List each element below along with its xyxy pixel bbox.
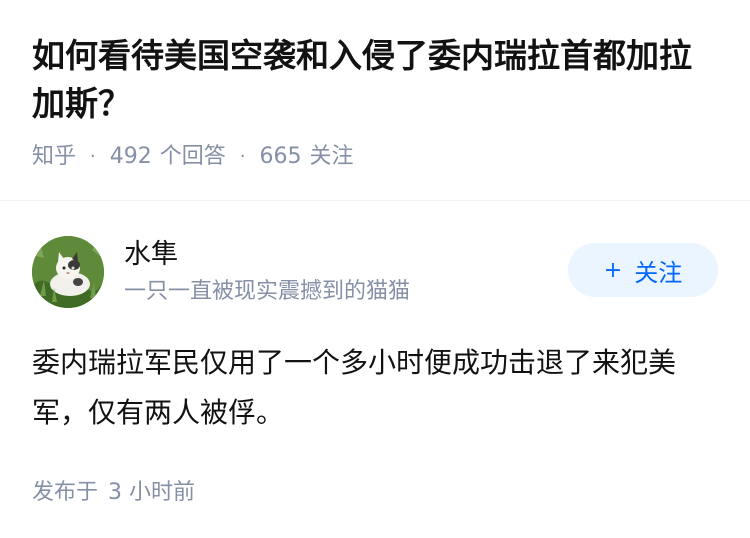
answer-timestamp: 发布于 3 小时前 — [32, 478, 718, 508]
section-divider — [0, 200, 750, 201]
cat-photo-avatar-icon — [32, 236, 104, 308]
question-header: 如何看待美国空袭和入侵了委内瑞拉首都加拉加斯？ 知乎 · 492 个回答 · 6… — [0, 0, 750, 172]
author-bio: 一只一直被现实震撼到的猫猫 — [124, 279, 411, 304]
follower-count-label: 关注 — [309, 144, 354, 169]
follow-button-label: 关注 — [634, 258, 683, 287]
follow-button[interactable]: + 关注 — [568, 243, 718, 297]
question-meta: 知乎 · 492 个回答 · 665 关注 — [32, 142, 718, 172]
answer-count-label: 个回答 — [159, 144, 226, 169]
source-label[interactable]: 知乎 — [32, 142, 76, 172]
answer-content[interactable]: 委内瑞拉军民仅用了一个多小时便成功击退了来犯美军，仅有两人被俘。 — [32, 338, 712, 438]
avatar[interactable] — [32, 236, 104, 308]
time-value: 3 小时前 — [108, 480, 196, 505]
question-title[interactable]: 如何看待美国空袭和入侵了委内瑞拉首都加拉加斯？ — [32, 32, 722, 128]
plus-icon: + — [603, 257, 623, 283]
answer-card: 水隼 一只一直被现实震撼到的猫猫 + 关注 委内瑞拉军民仅用了一个多小时便成功击… — [32, 236, 718, 508]
author-info: 水隼 一只一直被现实震撼到的猫猫 — [124, 238, 568, 306]
author-name[interactable]: 水隼 — [124, 238, 568, 272]
meta-separator: · — [239, 146, 246, 167]
follower-count: 665 — [259, 144, 302, 169]
meta-separator: · — [90, 146, 96, 167]
author-row: 水隼 一只一直被现实震撼到的猫猫 + 关注 — [32, 236, 718, 308]
answer-count: 492 — [109, 144, 152, 169]
time-prefix: 发布于 — [32, 480, 99, 505]
